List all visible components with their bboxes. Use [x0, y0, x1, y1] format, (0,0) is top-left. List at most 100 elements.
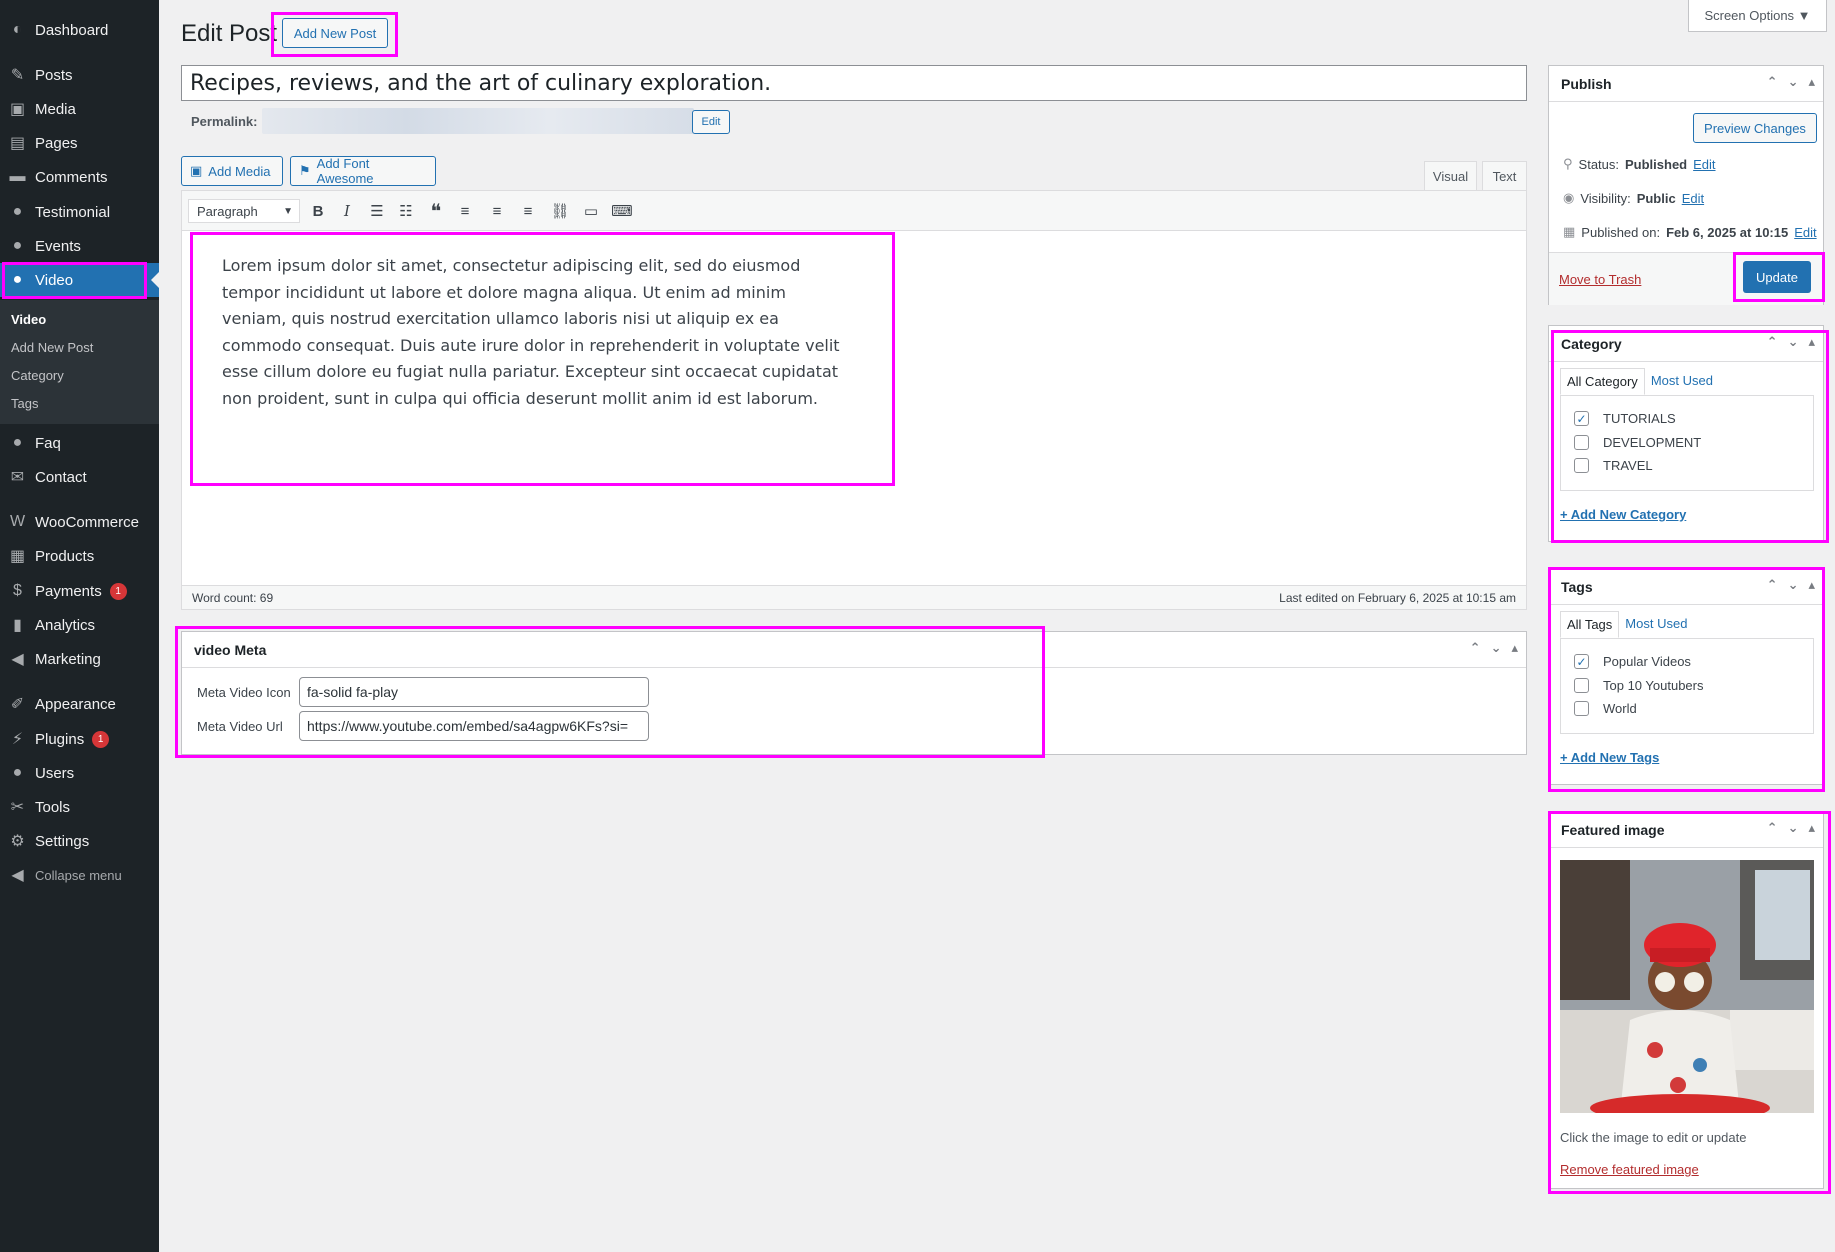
checkbox-checked[interactable]: ✓: [1574, 411, 1589, 426]
pin-icon: ✎: [10, 67, 25, 84]
chevron-up-icon[interactable]: ⌃: [1470, 640, 1481, 656]
published-row: ▦ Published on: Feb 6, 2025 at 10:15 Edit: [1563, 224, 1817, 240]
tab-most-used-category[interactable]: Most Used: [1645, 368, 1719, 395]
tag-item[interactable]: Top 10 Youtubers: [1574, 678, 1703, 693]
add-media-button[interactable]: ▣ Add Media: [181, 156, 283, 186]
checkbox[interactable]: [1574, 678, 1589, 693]
tab-all-category[interactable]: All Category: [1560, 368, 1645, 395]
move-to-trash-link[interactable]: Move to Trash: [1559, 272, 1641, 287]
bullet-list-icon[interactable]: ☰: [365, 199, 389, 223]
chevron-down-icon[interactable]: ⌄: [1788, 577, 1799, 593]
video-meta-header: video Meta ⌃ ⌄ ▴: [182, 632, 1526, 668]
submenu-item-category[interactable]: Category: [11, 368, 64, 383]
numbered-list-icon[interactable]: ☷: [394, 199, 418, 223]
preview-changes-button[interactable]: Preview Changes: [1693, 113, 1817, 143]
link-icon[interactable]: ⛓: [548, 199, 572, 223]
sidebar-item-analytics[interactable]: ▮ Analytics: [0, 608, 159, 642]
remove-featured-image-link[interactable]: Remove featured image: [1560, 1162, 1699, 1177]
sidebar-item-settings[interactable]: ⚙ Settings: [0, 824, 159, 858]
read-more-icon[interactable]: ▭: [579, 199, 603, 223]
category-item[interactable]: TRAVEL: [1574, 458, 1653, 473]
chevron-up-icon[interactable]: ⌃: [1767, 820, 1778, 836]
chevron-up-icon[interactable]: ⌃: [1767, 577, 1778, 593]
sidebar-item-payments[interactable]: $ Payments 1: [0, 574, 159, 608]
permalink-edit-button[interactable]: Edit: [692, 110, 730, 134]
update-button[interactable]: Update: [1743, 261, 1811, 293]
chevron-down-icon[interactable]: ⌄: [1788, 820, 1799, 836]
format-select[interactable]: Paragraph ▼: [188, 199, 300, 223]
category-item[interactable]: ✓ TUTORIALS: [1574, 411, 1676, 426]
submenu-item-tags[interactable]: Tags: [11, 396, 38, 411]
meta-video-icon-input[interactable]: fa-solid fa-play: [299, 677, 649, 707]
user-icon: ●: [12, 271, 23, 288]
align-left-icon[interactable]: ≡: [453, 199, 477, 223]
collapse-menu-button[interactable]: ◀ Collapse menu: [0, 858, 159, 892]
status-row: ⚲ Status: Published Edit: [1563, 156, 1716, 172]
sidebar-item-plugins[interactable]: ⚡ Plugins 1: [0, 722, 159, 756]
toggle-arrow-icon[interactable]: ▴: [1808, 74, 1815, 90]
chevron-down-icon[interactable]: ⌄: [1788, 74, 1799, 90]
sidebar-item-dashboard[interactable]: ◐ Dashboard: [0, 13, 159, 47]
add-new-tags-link[interactable]: + Add New Tags: [1560, 750, 1659, 765]
italic-icon[interactable]: I: [335, 199, 359, 223]
chevron-up-icon[interactable]: ⌃: [1767, 334, 1778, 350]
checkbox-checked[interactable]: ✓: [1574, 654, 1589, 669]
tag-item[interactable]: World: [1574, 701, 1637, 716]
bold-icon[interactable]: B: [306, 199, 330, 223]
status-edit-link[interactable]: Edit: [1693, 157, 1715, 172]
tab-most-used-tags[interactable]: Most Used: [1619, 611, 1693, 638]
date-edit-link[interactable]: Edit: [1794, 225, 1816, 240]
add-font-awesome-button[interactable]: ⚑ Add Font Awesome: [290, 156, 436, 186]
brush-icon: ✐: [10, 696, 25, 713]
permalink-url[interactable]: [262, 108, 694, 134]
tag-item[interactable]: ✓ Popular Videos: [1574, 654, 1691, 669]
toggle-arrow-icon[interactable]: ▴: [1808, 820, 1815, 836]
category-box: Category ⌃ ⌄ ▴ All Category Most Used ✓ TUTO…: [1548, 325, 1824, 542]
sidebar-item-posts[interactable]: ✎ Posts: [0, 58, 159, 92]
chevron-up-icon[interactable]: ⌃: [1767, 74, 1778, 90]
checkbox[interactable]: [1574, 435, 1589, 450]
featured-image[interactable]: [1560, 860, 1814, 1113]
chevron-down-icon[interactable]: ⌄: [1788, 334, 1799, 350]
sidebar-item-comments[interactable]: ▬ Comments: [0, 160, 159, 194]
add-new-post-button[interactable]: Add New Post: [282, 18, 388, 48]
post-content[interactable]: Lorem ipsum dolor sit amet, consectetur …: [222, 253, 842, 413]
sidebar-item-events[interactable]: ● Events: [0, 229, 159, 263]
sidebar-item-tools[interactable]: ✂ Tools: [0, 790, 159, 824]
sidebar-item-users[interactable]: ● Users: [0, 756, 159, 790]
align-center-icon[interactable]: ≡: [485, 199, 509, 223]
tab-all-tags[interactable]: All Tags: [1560, 611, 1620, 638]
sidebar-item-testimonial[interactable]: ● Testimonial: [0, 195, 159, 229]
submenu-item-add-new-post[interactable]: Add New Post: [11, 340, 93, 355]
sidebar-item-appearance[interactable]: ✐ Appearance: [0, 687, 159, 721]
sidebar-item-products[interactable]: ▦ Products: [0, 539, 159, 573]
sidebar-item-pages[interactable]: ▤ Pages: [0, 126, 159, 160]
blockquote-icon[interactable]: ❝: [424, 199, 448, 223]
screen-options-button[interactable]: Screen Options ▼: [1688, 0, 1827, 32]
meta-video-url-input[interactable]: https://www.youtube.com/embed/sa4agpw6KF…: [299, 711, 649, 741]
category-item[interactable]: DEVELOPMENT: [1574, 435, 1701, 450]
post-title-input[interactable]: Recipes, reviews, and the art of culinar…: [181, 65, 1527, 101]
tab-visual[interactable]: Visual: [1424, 161, 1477, 191]
toggle-arrow-icon[interactable]: ▴: [1808, 334, 1815, 350]
visibility-edit-link[interactable]: Edit: [1682, 191, 1704, 206]
chevron-down-icon[interactable]: ⌄: [1491, 640, 1502, 656]
calendar-icon: ▦: [1563, 224, 1576, 239]
sidebar-item-faq[interactable]: ● Faq: [0, 426, 159, 460]
submenu-item-video[interactable]: Video: [11, 312, 46, 327]
editor-status-bar: Word count: 69 Last edited on February 6…: [182, 585, 1526, 609]
toggle-arrow-icon[interactable]: ▴: [1808, 577, 1815, 593]
checkbox[interactable]: [1574, 458, 1589, 473]
toggle-arrow-icon[interactable]: ▴: [1511, 640, 1518, 656]
tab-text[interactable]: Text: [1482, 161, 1527, 191]
media-icon: ▣: [9, 101, 26, 118]
sidebar-item-video[interactable]: ● Video: [0, 263, 159, 297]
sidebar-item-marketing[interactable]: ◀ Marketing: [0, 642, 159, 676]
sidebar-item-contact[interactable]: ✉ Contact: [0, 460, 159, 494]
add-new-category-link[interactable]: + Add New Category: [1560, 507, 1686, 522]
toolbar-toggle-icon[interactable]: ⌨: [610, 199, 634, 223]
sidebar-item-woocommerce[interactable]: W WooCommerce: [0, 505, 159, 539]
align-right-icon[interactable]: ≡: [516, 199, 540, 223]
sidebar-item-media[interactable]: ▣ Media: [0, 92, 159, 126]
checkbox[interactable]: [1574, 701, 1589, 716]
